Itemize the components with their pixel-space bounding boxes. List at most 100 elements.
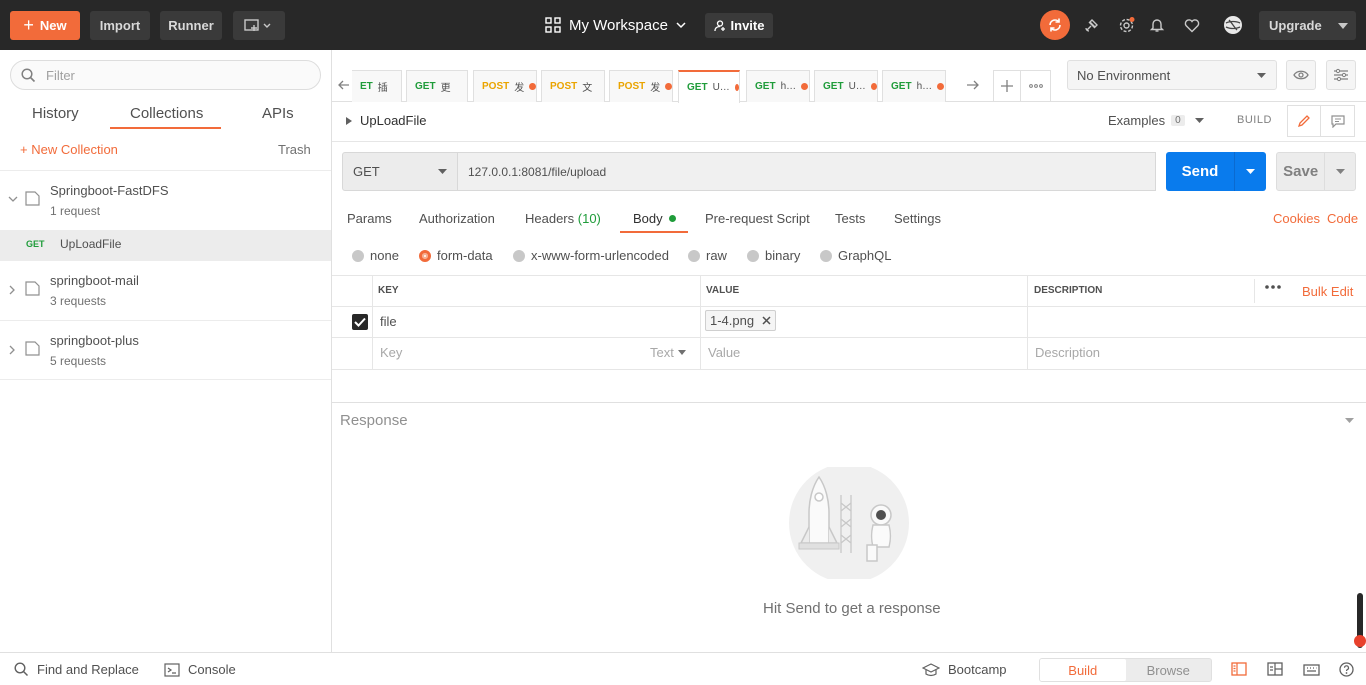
collection-item[interactable]: Springboot-FastDFS 1 request bbox=[0, 170, 331, 230]
sliders-icon bbox=[1334, 68, 1348, 82]
request-tab[interactable]: POST 发 bbox=[609, 70, 673, 102]
tab-apis[interactable]: APIs bbox=[262, 105, 294, 122]
caret-right-icon bbox=[346, 116, 352, 125]
tabs-scroll-right[interactable] bbox=[966, 79, 980, 91]
radio-x-www-form-urlencoded[interactable]: x-www-form-urlencoded bbox=[513, 248, 669, 263]
file-chip[interactable]: 1-4.png bbox=[705, 310, 777, 331]
radio-none[interactable]: none bbox=[352, 248, 399, 263]
bulk-edit-link[interactable]: Bulk Edit bbox=[1302, 284, 1353, 299]
chevron-down-icon[interactable] bbox=[1345, 418, 1354, 423]
invite-button[interactable]: Invite bbox=[705, 13, 773, 38]
layout-button[interactable] bbox=[1267, 662, 1283, 676]
user-avatar-button[interactable] bbox=[1221, 13, 1245, 37]
search-icon bbox=[21, 67, 36, 82]
collection-item[interactable]: springboot-mail 3 requests bbox=[0, 260, 331, 320]
manage-environments-button[interactable] bbox=[1326, 60, 1356, 90]
tab-history[interactable]: History bbox=[32, 105, 79, 122]
save-options-button[interactable] bbox=[1324, 153, 1355, 190]
examples-count: 0 bbox=[1171, 115, 1185, 126]
tab-headers[interactable]: Headers (10) bbox=[525, 211, 601, 226]
cookies-link[interactable]: Cookies bbox=[1273, 211, 1320, 226]
request-tab-active[interactable]: GET U… bbox=[678, 70, 740, 103]
request-tab[interactable]: POST 发 bbox=[473, 70, 537, 102]
radio-binary[interactable]: binary bbox=[747, 248, 800, 263]
request-tab[interactable]: GET h… bbox=[746, 70, 810, 102]
two-pane-view-button[interactable] bbox=[1231, 662, 1247, 676]
tabs-scroll-left[interactable] bbox=[338, 80, 350, 90]
value-input[interactable]: Value bbox=[708, 345, 740, 360]
environment-quick-look-button[interactable] bbox=[1286, 60, 1316, 90]
tab-settings[interactable]: Settings bbox=[894, 211, 941, 226]
filter-input[interactable]: Filter bbox=[10, 60, 321, 90]
environment-select[interactable]: No Environment bbox=[1067, 60, 1277, 90]
close-icon[interactable] bbox=[762, 316, 771, 325]
url-input[interactable]: 127.0.0.1:8081/file/upload bbox=[457, 152, 1156, 191]
collection-item[interactable]: springboot-plus 5 requests bbox=[0, 320, 331, 380]
satellite-button[interactable] bbox=[1080, 13, 1104, 37]
tab-prerequest-script[interactable]: Pre-request Script bbox=[705, 211, 810, 226]
row-key[interactable]: file bbox=[380, 314, 397, 329]
code-link[interactable]: Code bbox=[1327, 211, 1358, 226]
send-options-button[interactable] bbox=[1234, 152, 1266, 191]
tab-tests[interactable]: Tests bbox=[835, 211, 865, 226]
tab-method: POST bbox=[482, 81, 510, 92]
sync-button[interactable] bbox=[1040, 10, 1070, 40]
request-tab[interactable]: GET 更 bbox=[406, 70, 468, 102]
save-button[interactable]: Save bbox=[1276, 152, 1356, 191]
request-title[interactable]: UpLoadFile bbox=[346, 113, 427, 128]
find-replace-button[interactable]: Find and Replace bbox=[14, 662, 139, 677]
build-toggle-button[interactable]: Build bbox=[1040, 659, 1126, 681]
build-browse-toggle: Build Browse bbox=[1039, 658, 1212, 682]
trash-button[interactable]: Trash bbox=[278, 142, 311, 157]
upgrade-button[interactable]: Upgrade bbox=[1259, 11, 1356, 40]
table-options-button[interactable] bbox=[1265, 285, 1281, 289]
edit-button[interactable] bbox=[1287, 105, 1321, 137]
import-button[interactable]: Import bbox=[90, 11, 150, 40]
resize-knob[interactable] bbox=[1354, 635, 1366, 647]
method-select[interactable]: GET bbox=[342, 152, 458, 191]
tab-authorization[interactable]: Authorization bbox=[419, 211, 495, 226]
tab-options-button[interactable] bbox=[1021, 70, 1051, 102]
divider bbox=[372, 275, 373, 369]
request-tab[interactable]: GET h… bbox=[882, 70, 946, 102]
request-item[interactable]: GET UpLoadFile bbox=[0, 230, 331, 260]
request-tab[interactable]: GET U… bbox=[814, 70, 878, 102]
notifications-button[interactable] bbox=[1145, 13, 1169, 37]
bootcamp-button[interactable]: Bootcamp bbox=[922, 662, 1007, 677]
key-input[interactable]: Key bbox=[380, 345, 402, 360]
browse-toggle-button[interactable]: Browse bbox=[1126, 659, 1212, 681]
send-button[interactable]: Send bbox=[1166, 152, 1266, 191]
tab-title: U… bbox=[848, 81, 866, 92]
workspace-switcher[interactable]: My Workspace bbox=[545, 13, 686, 37]
tab-params[interactable]: Params bbox=[347, 211, 392, 226]
radio-form-data[interactable]: form-data bbox=[419, 248, 493, 263]
request-tab[interactable]: ET 插 bbox=[352, 70, 402, 102]
favorites-button[interactable] bbox=[1180, 13, 1204, 37]
settings-button[interactable] bbox=[1114, 13, 1138, 37]
tab-method: POST bbox=[550, 81, 578, 92]
type-select[interactable]: Text bbox=[650, 345, 686, 360]
console-icon bbox=[164, 662, 180, 677]
new-tab-button[interactable] bbox=[993, 70, 1021, 102]
radio-raw[interactable]: raw bbox=[688, 248, 727, 263]
comment-icon bbox=[1330, 114, 1345, 128]
radio-graphql[interactable]: GraphQL bbox=[820, 248, 891, 263]
comments-button[interactable] bbox=[1321, 105, 1355, 137]
request-tab[interactable]: POST 文 bbox=[541, 70, 605, 102]
new-collection-button[interactable]: + New Collection bbox=[20, 142, 118, 157]
request-name: UpLoadFile bbox=[60, 237, 122, 251]
two-pane-icon bbox=[1231, 662, 1247, 676]
console-button[interactable]: Console bbox=[164, 662, 236, 677]
new-window-button[interactable] bbox=[233, 11, 285, 40]
keyboard-shortcuts-button[interactable] bbox=[1303, 662, 1320, 676]
help-button[interactable] bbox=[1339, 662, 1354, 677]
examples-dropdown[interactable]: Examples 0 bbox=[1108, 113, 1204, 128]
new-button[interactable]: + New bbox=[10, 11, 80, 40]
tab-body[interactable]: Body bbox=[633, 211, 676, 226]
collection-name: springboot-mail bbox=[50, 273, 139, 288]
radio-label: GraphQL bbox=[838, 248, 892, 263]
runner-button[interactable]: Runner bbox=[160, 11, 222, 40]
row-enabled-checkbox[interactable] bbox=[352, 314, 368, 330]
tab-collections[interactable]: Collections bbox=[130, 105, 203, 122]
description-input[interactable]: Description bbox=[1035, 345, 1100, 360]
